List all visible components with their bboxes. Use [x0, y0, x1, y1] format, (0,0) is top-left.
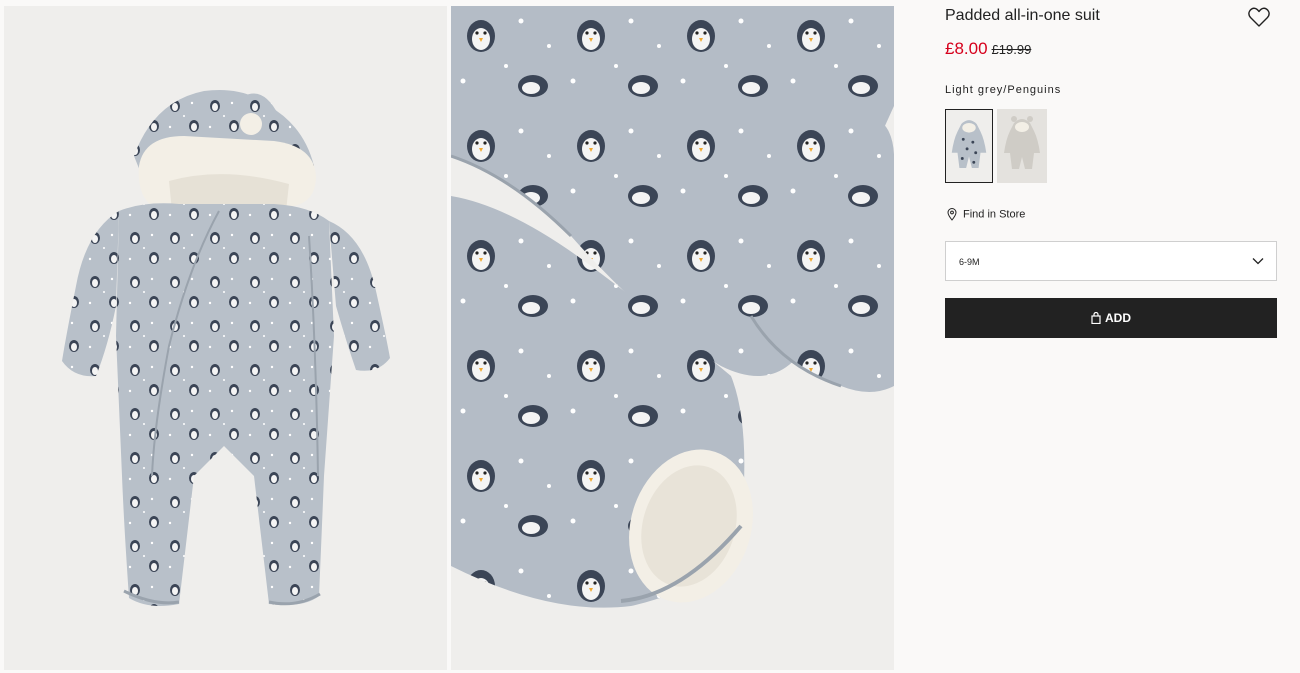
color-name: Light grey/Penguins — [945, 84, 1062, 96]
size-select[interactable]: 6-9M — [945, 241, 1277, 281]
find-in-store-label: Find in Store — [963, 208, 1026, 221]
price: £8.00 £19.99 — [945, 39, 1031, 59]
favorite-button[interactable] — [1247, 6, 1271, 28]
chevron-down-icon — [1252, 258, 1264, 265]
swatch-thumbnail-light — [997, 109, 1047, 183]
shopping-bag-icon — [1091, 312, 1101, 324]
find-in-store-link[interactable]: Find in Store — [947, 208, 1025, 221]
product-title: Padded all-in-one suit — [945, 7, 1100, 24]
swatch-beige-teddy[interactable] — [997, 109, 1047, 183]
product-image-front[interactable] — [4, 6, 447, 670]
suit-front-illustration — [4, 6, 447, 670]
size-select-value: 6-9M — [959, 257, 980, 267]
original-price: £19.99 — [991, 42, 1032, 57]
heart-icon — [1248, 7, 1270, 27]
product-image-detail[interactable] — [451, 6, 894, 670]
map-pin-icon — [947, 208, 957, 221]
add-button-label: ADD — [1105, 311, 1131, 325]
sale-price: £8.00 — [945, 39, 988, 58]
swatch-thumbnail-penguins — [946, 110, 992, 182]
swatch-light-grey-penguins[interactable] — [945, 109, 993, 183]
add-to-bag-button[interactable]: ADD — [945, 298, 1277, 338]
suit-detail-illustration — [451, 6, 894, 670]
